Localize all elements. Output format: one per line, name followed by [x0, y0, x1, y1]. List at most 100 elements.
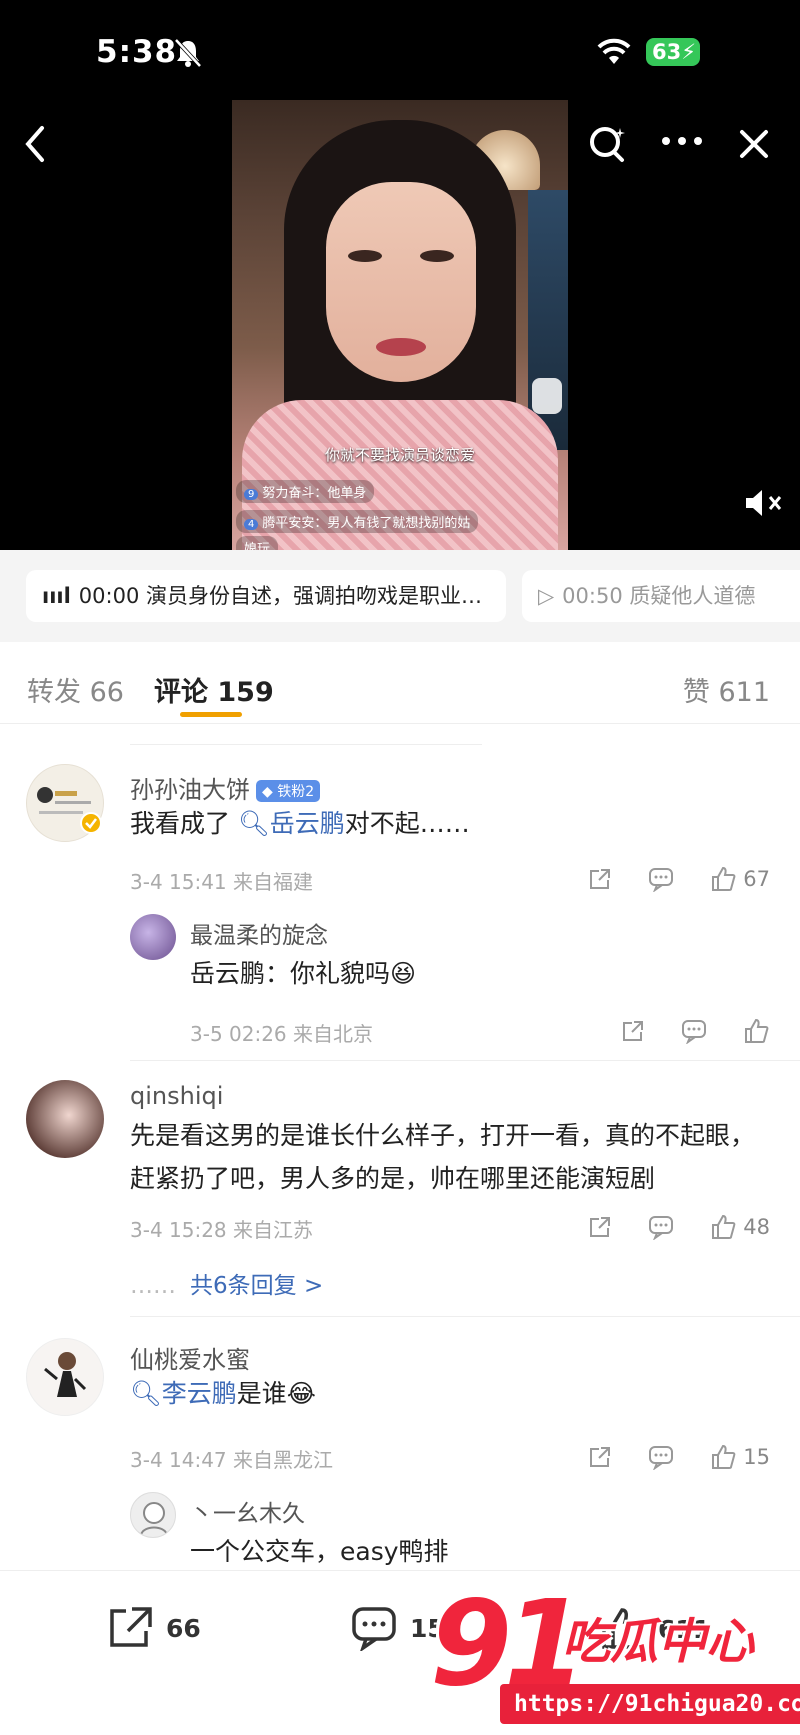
chapter-chip[interactable]: ▷ 00:50 质疑他人道德	[522, 570, 800, 622]
share-icon	[590, 869, 611, 889]
danmaku-text: 腾平安安：男人有钱了就想找别的姑	[262, 516, 471, 531]
mute-bell-icon	[172, 38, 204, 72]
reply-text: 一个公交车，easy鸭排	[190, 1537, 449, 1566]
reply-username[interactable]: 丶一幺木久	[190, 1494, 305, 1528]
comment-username[interactable]: 孙孙油大饼 ◆ 铁粉2	[130, 770, 321, 805]
comment-button[interactable]	[647, 1444, 675, 1470]
play-icon: ▷	[538, 584, 555, 608]
comment-actions: 67	[553, 864, 770, 894]
reply-avatar[interactable]	[130, 1492, 176, 1538]
like-button[interactable]	[742, 1017, 770, 1045]
avatar[interactable]	[26, 1338, 104, 1416]
search-icon[interactable]	[586, 122, 630, 170]
comment-meta: 3-4 15:41 来自福建	[130, 870, 314, 894]
keyword-link[interactable]: 🔍︎岳云鹏	[238, 809, 345, 838]
status-bar: 5:38 63⚡	[0, 28, 800, 78]
chapter-time: 00:00	[78, 584, 140, 608]
danmaku-text: 努力奋斗：他单身	[262, 486, 367, 501]
danmaku-text: 娘玩	[244, 542, 271, 550]
divider	[130, 744, 482, 745]
battery-indicator: 63⚡	[646, 38, 700, 66]
username-text: 孙孙油大饼	[130, 776, 250, 804]
comment-meta: 3-4 14:47 来自黑龙江	[130, 1448, 334, 1472]
comment-text: 我看成了 🔍︎岳云鹏对不起……	[130, 802, 770, 845]
comment-text: 先是看这男的是谁长什么样子，打开一看，真的不起眼，赶紧扔了吧，男人多的是，帅在哪…	[130, 1121, 756, 1193]
video-frame[interactable]: 你就不要找演员谈恋爱 9 努力奋斗：他单身 4 腾平安安：男人有钱了就想找别的姑 娘…	[232, 100, 568, 550]
danmaku-level: 4	[244, 519, 259, 530]
share-button[interactable]	[587, 866, 613, 892]
keyword-text: 李云鹏	[161, 1379, 237, 1408]
site-watermark: 91 吃瓜中心 https://91chigua20.com	[430, 1574, 800, 1735]
comment-icon	[352, 1607, 396, 1651]
comment-actions: 15	[553, 1442, 770, 1472]
share-icon	[590, 1447, 611, 1467]
chapter-chip[interactable]: ıııl 00:00 演员身份自述，强调拍吻戏是职业…	[26, 570, 506, 622]
chapter-title: 演员身份自述，强调拍吻戏是职业…	[146, 584, 483, 608]
comment-text-part: 我看成了	[130, 809, 238, 838]
chapter-bar: ıııl 00:00 演员身份自述，强调拍吻戏是职业… ▷ 00:50 质疑他人道德	[0, 550, 800, 642]
thumbs-up-icon	[712, 866, 736, 891]
dots-decor: ……	[130, 1273, 176, 1299]
reply-actions	[586, 1016, 770, 1046]
watermark-url: https://91chigua20.com	[500, 1684, 800, 1724]
status-time: 5:38	[96, 34, 178, 70]
repost-button[interactable]: 66	[106, 1605, 201, 1651]
comment-button[interactable]	[647, 866, 675, 892]
reply-avatar[interactable]	[130, 914, 176, 960]
reply-text: 岳云鹏：你礼貌吗😆	[190, 959, 417, 988]
video-area[interactable]: 5:38 63⚡ 你就不要找演员谈恋爱 9 努力奋斗：他单身 4 腾平安安：男人…	[0, 0, 800, 550]
comment-icon	[682, 1020, 706, 1044]
tab-repost[interactable]: 转发 66	[27, 670, 124, 709]
reply-username[interactable]: 最温柔的旋念	[190, 916, 328, 950]
comment-username[interactable]: 仙桃爱水蜜	[130, 1340, 250, 1375]
comment-actions: 48	[553, 1212, 770, 1242]
back-icon[interactable]	[18, 122, 54, 170]
reply-meta: 3-5 02:26 来自北京	[190, 1022, 374, 1046]
more-replies-link[interactable]: …… 共6条回复 >	[130, 1266, 323, 1300]
like-button[interactable]: 48	[709, 1213, 770, 1241]
comment-button[interactable]	[680, 1018, 708, 1044]
divider	[130, 1316, 800, 1317]
volume-muted-icon[interactable]	[742, 486, 786, 524]
keyword-link[interactable]: 🔍︎李云鹏	[130, 1379, 237, 1408]
share-icon	[590, 1217, 611, 1237]
divider	[130, 1060, 800, 1061]
share-icon	[623, 1021, 643, 1041]
like-button[interactable]: 15	[709, 1443, 770, 1471]
like-count: 15	[743, 1445, 770, 1469]
comment-icon	[649, 868, 674, 892]
danmaku-item: 娘玩	[236, 536, 279, 550]
verified-badge-icon	[80, 812, 102, 834]
like-count: 67	[743, 867, 770, 891]
like-count: 48	[743, 1215, 770, 1239]
tab-like[interactable]: 赞 611	[683, 670, 770, 709]
person-eye-right	[420, 250, 454, 262]
tab-comment[interactable]: 评论 159	[154, 670, 274, 709]
share-button[interactable]	[587, 1444, 613, 1470]
share-button[interactable]	[620, 1018, 646, 1044]
avatar[interactable]	[26, 1080, 104, 1158]
more-replies-text: 共6条回复 >	[190, 1273, 324, 1299]
tab-bar: 转发 66 评论 159 赞 611	[0, 642, 800, 724]
comment-text-part: 对不起……	[344, 809, 470, 838]
audio-bars-icon: ıııl	[42, 584, 71, 608]
person-lips	[376, 338, 426, 356]
badge-text: 铁粉2	[277, 784, 315, 800]
danmaku-item: 4 腾平安安：男人有钱了就想找别的姑	[236, 510, 479, 533]
comment-text: 🔍︎李云鹏是谁😂	[130, 1372, 770, 1415]
comment-username[interactable]: qinshiqi	[130, 1082, 223, 1110]
more-icon[interactable]	[660, 132, 704, 151]
rotate-screen-icon[interactable]	[532, 378, 562, 414]
battery-level: 63	[652, 40, 682, 64]
thumbs-up-icon	[712, 1444, 736, 1469]
danmaku-item: 9 努力奋斗：他单身	[236, 480, 375, 503]
comment-icon	[649, 1216, 674, 1240]
close-icon[interactable]	[734, 122, 774, 170]
person-eye-left	[348, 250, 382, 262]
like-button[interactable]: 67	[709, 865, 770, 893]
share-button[interactable]	[587, 1214, 613, 1240]
comment-button[interactable]	[647, 1214, 675, 1240]
comment-icon	[649, 1446, 674, 1470]
comment-meta: 3-4 15:28 来自江苏	[130, 1218, 314, 1242]
repost-count: 66	[166, 1613, 201, 1643]
